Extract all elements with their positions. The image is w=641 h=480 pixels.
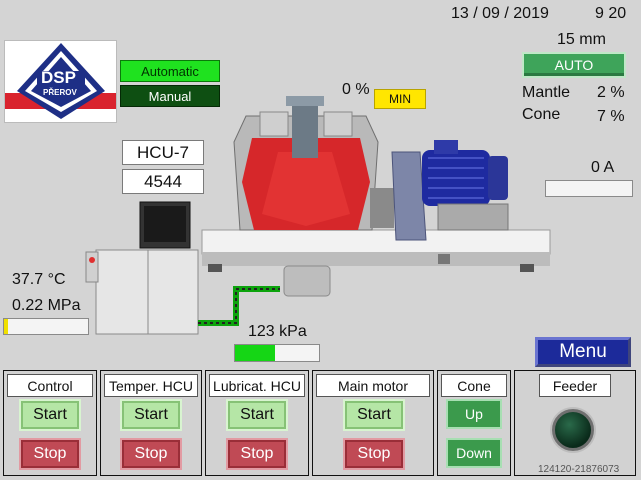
oil-pressure: 0.22 MPa xyxy=(12,297,81,314)
cone-value: 7 % xyxy=(597,108,625,125)
gap-setting: 15 mm xyxy=(557,31,606,48)
temper-hcu-stop-button[interactable]: Stop xyxy=(120,438,182,470)
motor-current-bar xyxy=(545,180,633,197)
cone-up-button[interactable]: Up xyxy=(446,399,502,429)
cone-panel: Cone Up Down xyxy=(437,370,511,476)
lubricat-hcu-panel: Lubricat. HCU Start Stop xyxy=(205,370,309,476)
time-display: 9 20 xyxy=(595,5,627,22)
logo-brand: DSP xyxy=(41,68,76,87)
feeder-indicator-lamp[interactable] xyxy=(552,409,594,451)
date-display: 13 / 09 / 2019 xyxy=(451,5,549,22)
hcu-value-display: 4544 xyxy=(122,169,204,194)
oil-temperature-bar xyxy=(3,318,89,335)
lubricat-hcu-start-button[interactable]: Start xyxy=(226,399,288,431)
logo-city: PŘEROV xyxy=(43,88,77,97)
dsp-logo: DSP PŘEROV xyxy=(4,40,117,123)
temper-hcu-panel-title: Temper. HCU xyxy=(104,374,198,397)
lubricat-hcu-stop-button[interactable]: Stop xyxy=(226,438,288,470)
hcu-name-display: HCU-7 xyxy=(122,140,204,165)
menu-button[interactable]: Menu xyxy=(535,337,631,367)
main-motor-panel-title: Main motor xyxy=(316,374,430,397)
cone-panel-title: Cone xyxy=(441,374,507,397)
cone-down-button[interactable]: Down xyxy=(446,438,502,468)
main-motor-stop-button[interactable]: Stop xyxy=(343,438,405,470)
main-motor-panel: Main motor Start Stop xyxy=(312,370,434,476)
mantle-value: 2 % xyxy=(597,84,625,101)
temper-hcu-panel: Temper. HCU Start Stop xyxy=(100,370,202,476)
hcu-cabinet-illustration xyxy=(85,201,199,335)
oil-temperature: 37.7 °C xyxy=(12,271,66,288)
control-panel: Control Start Stop xyxy=(3,370,97,476)
control-panel-title: Control xyxy=(7,374,93,397)
lube-pressure-bar xyxy=(234,344,320,362)
control-stop-button[interactable]: Stop xyxy=(19,438,81,470)
lubricat-hcu-panel-title: Lubricat. HCU xyxy=(209,374,305,397)
feeder-panel: Feeder xyxy=(514,370,636,476)
motor-current: 0 A xyxy=(591,159,615,176)
feeder-panel-title: Feeder xyxy=(539,374,611,397)
temper-hcu-start-button[interactable]: Start xyxy=(120,399,182,431)
main-motor-start-button[interactable]: Start xyxy=(343,399,405,431)
crusher-machine-illustration xyxy=(201,96,551,297)
watermark-text: 124120-21876073 xyxy=(538,464,620,475)
auto-setting-button[interactable]: AUTO xyxy=(522,52,626,78)
lube-pressure: 123 kPa xyxy=(248,323,307,340)
control-start-button[interactable]: Start xyxy=(19,399,81,431)
automatic-button[interactable]: Automatic xyxy=(120,60,220,82)
